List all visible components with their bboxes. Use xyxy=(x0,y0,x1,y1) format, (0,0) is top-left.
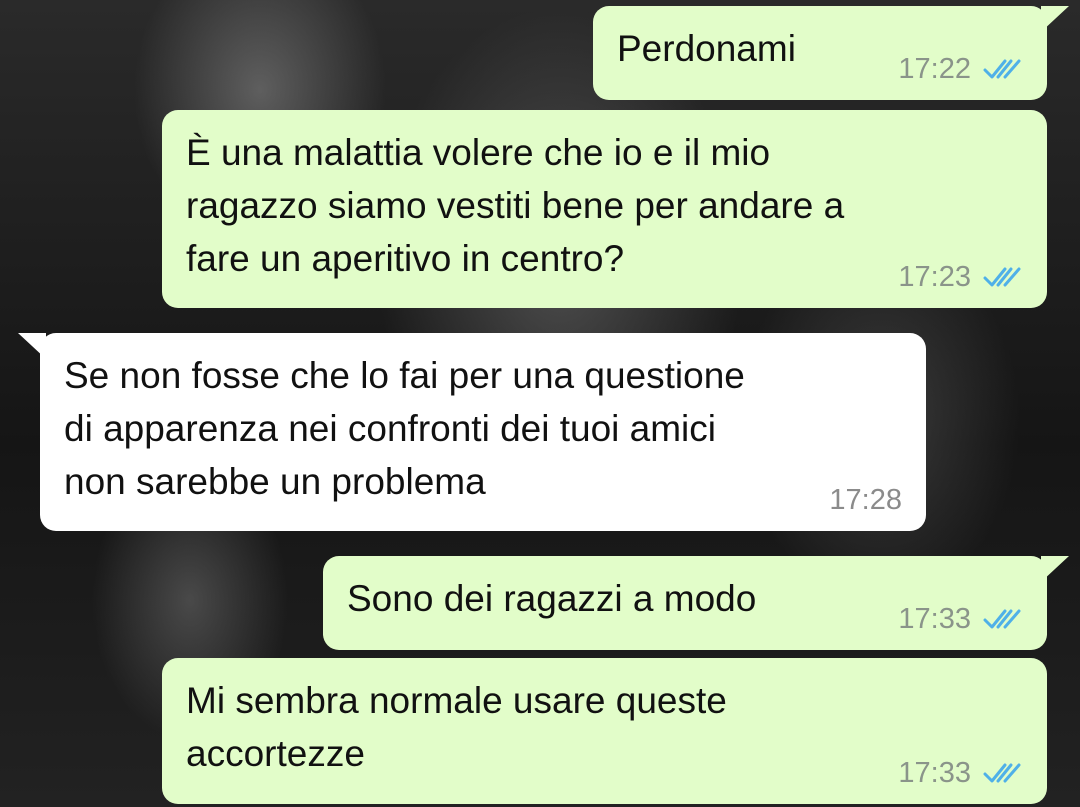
message-text: Se non fosse che lo fai per una question… xyxy=(64,355,745,502)
message-text: È una malattia volere che io e il mio ra… xyxy=(186,132,845,279)
outgoing-message-bubble[interactable]: Perdonami 17:22 xyxy=(593,6,1069,100)
message-text: Perdonami xyxy=(617,28,796,69)
message-text: Mi sembra normale usare queste accortezz… xyxy=(186,680,727,774)
message-meta: 17:23 xyxy=(898,260,1023,294)
double-check-read-icon xyxy=(983,59,1021,79)
outgoing-message-bubble[interactable]: È una malattia volere che io e il mio ra… xyxy=(162,110,1047,308)
bubble-tail xyxy=(1041,6,1069,32)
outgoing-message-bubble[interactable]: Mi sembra normale usare queste accortezz… xyxy=(162,658,1047,804)
message-meta: 17:28 xyxy=(829,483,902,517)
message-time: 17:28 xyxy=(829,484,902,516)
message-time: 17:23 xyxy=(898,261,971,293)
message-time: 17:33 xyxy=(898,603,971,635)
message-time: 17:33 xyxy=(898,757,971,789)
double-check-read-icon xyxy=(983,609,1021,629)
bubble-tail xyxy=(18,333,46,359)
message-meta: 17:33 xyxy=(898,756,1023,790)
message-text: Sono dei ragazzi a modo xyxy=(347,578,757,619)
message-meta: 17:33 xyxy=(898,602,1023,636)
outgoing-message-bubble[interactable]: Sono dei ragazzi a modo 17:33 xyxy=(323,556,1069,650)
double-check-read-icon xyxy=(983,763,1021,783)
message-meta: 17:22 xyxy=(898,52,1023,86)
message-time: 17:22 xyxy=(898,53,971,85)
bubble-tail xyxy=(1041,556,1069,582)
incoming-message-bubble[interactable]: Se non fosse che lo fai per una question… xyxy=(18,333,926,531)
double-check-read-icon xyxy=(983,267,1021,287)
